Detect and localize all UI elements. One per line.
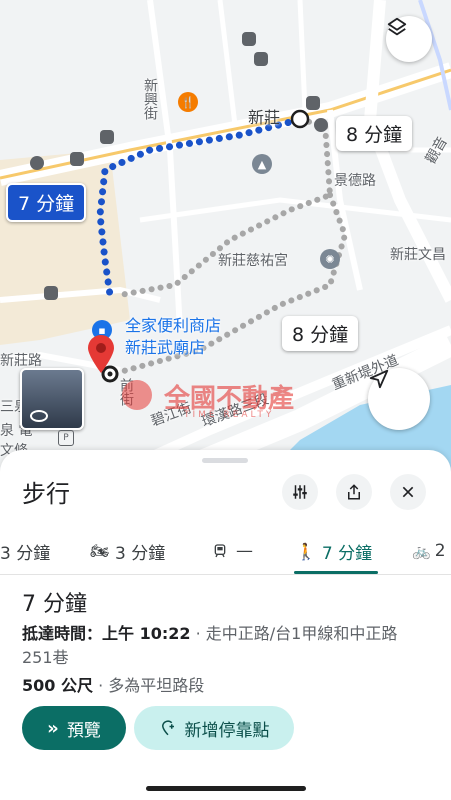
street-label: 新莊路 (0, 353, 42, 369)
tab-drive[interactable]: 3 分鐘 (0, 534, 50, 568)
tab-motorcycle-label: 3 分鐘 (115, 543, 166, 564)
tune-icon (293, 485, 307, 499)
street-label: 新莊 (248, 108, 281, 127)
tab-bicycle-label: 2 (434, 541, 446, 561)
tab-walk-label: 7 分鐘 (321, 543, 373, 564)
bus-stop-icon[interactable] (44, 286, 58, 300)
walk-icon: 🚶 (296, 541, 316, 561)
my-location-button[interactable] (368, 368, 430, 430)
tab-drive-label: 3 分鐘 (0, 543, 51, 564)
tab-transit-label: — (236, 541, 253, 561)
watermark-subtext: TIME REALTY (184, 410, 275, 420)
parking-icon: P (58, 430, 74, 446)
add-stop-label: 新增停靠點 (184, 720, 270, 741)
bus-stop-icon[interactable] (242, 32, 256, 46)
motorcycle-icon: 🏍 (90, 542, 110, 560)
add-stop-button[interactable]: 新增停靠點 (134, 706, 294, 750)
layers-icon (387, 17, 407, 36)
bus-stop-icon[interactable] (306, 96, 320, 110)
tab-walk[interactable]: 🚶 7 分鐘 (296, 534, 372, 568)
route-duration-alt[interactable]: 8 分鐘 (336, 116, 413, 151)
store-branch-label[interactable]: 新莊武廟店 (125, 334, 205, 358)
street-label: 景德路 (334, 173, 376, 189)
route-duration-alt[interactable]: 8 分鐘 (282, 316, 359, 351)
street-label: 新莊文昌 (390, 247, 446, 263)
street-view-icon (30, 410, 48, 422)
destination-pin-icon[interactable] (86, 334, 116, 374)
street-view-thumbnail[interactable] (20, 368, 84, 430)
drag-handle[interactable] (202, 458, 248, 463)
navigation-arrow-icon (369, 369, 389, 389)
bus-stop-icon[interactable] (100, 130, 114, 144)
active-tab-indicator (294, 571, 378, 574)
travel-mode-tabs: 3 分鐘 🏍 3 分鐘 — 🚶 7 分鐘 🚲 2 (0, 530, 451, 575)
add-location-icon (161, 720, 174, 736)
bus-stop-icon[interactable] (70, 152, 84, 166)
tab-motorcycle[interactable]: 🏍 3 分鐘 (90, 534, 165, 568)
double-chevron-icon: » (47, 717, 59, 739)
tab-transit[interactable]: — (212, 534, 253, 568)
school-icon[interactable]: ▲ (252, 154, 272, 174)
route-summary: 抵達時間：上午 10:22 · 走中正路/台1甲線和中正路251巷 (22, 622, 422, 670)
watermark-logo (122, 380, 152, 410)
bike-station-icon[interactable] (30, 156, 44, 170)
preview-button[interactable]: » 預覽 (22, 706, 126, 750)
tab-bicycle[interactable]: 🚲 2 (412, 534, 446, 568)
share-button[interactable] (336, 474, 372, 510)
layers-button[interactable] (386, 16, 432, 62)
restaurant-icon[interactable]: 🍴 (178, 92, 198, 112)
map-view[interactable]: 新興街 新莊 景德路 新莊慈祐宮 新莊文昌 觀音 新莊路 碧江街 環漢路三段 重… (0, 0, 451, 480)
route-options-button[interactable] (282, 474, 318, 510)
bike-station-icon[interactable] (314, 118, 328, 132)
arrival-time: 抵達時間：上午 10:22 (22, 624, 191, 643)
train-icon (214, 544, 226, 558)
place-label: 新莊慈祐宮 (218, 253, 288, 269)
close-icon (402, 486, 414, 498)
home-indicator (146, 786, 306, 791)
bus-stop-icon[interactable] (254, 52, 268, 66)
route-terrain: · 多為平坦路段 (98, 676, 205, 695)
temple-icon[interactable]: ✺ (320, 249, 340, 269)
store-name-label[interactable]: 全家便利商店 (125, 312, 221, 336)
preview-label: 預覽 (66, 720, 101, 741)
share-icon (348, 484, 360, 500)
close-button[interactable] (390, 474, 426, 510)
route-distance-row: 500 公尺 · 多為平坦路段 (22, 672, 204, 696)
route-distance: 500 公尺 (22, 676, 93, 695)
route-duration: 7 分鐘 (22, 592, 87, 617)
route-duration-selected[interactable]: 7 分鐘 (6, 183, 87, 222)
bicycle-icon: 🚲 (412, 542, 431, 560)
street-label: 新興街 (142, 78, 158, 120)
travel-mode-title: 步行 (22, 480, 70, 508)
directions-sheet: 步行 3 分鐘 🏍 3 分鐘 — 🚶 7 分鐘 🚲 2 7 分鐘 抵達時間：上午… (0, 450, 451, 800)
